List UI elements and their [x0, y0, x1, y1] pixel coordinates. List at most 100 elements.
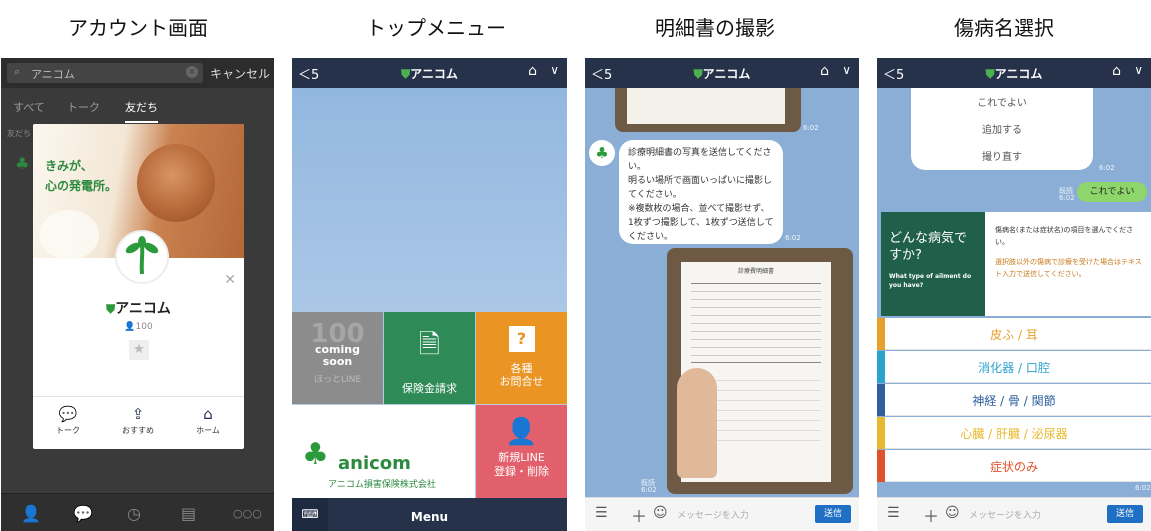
header: ＜5 ⛊アニコム ⌂ ∨	[585, 58, 859, 88]
timestamp: 6:02	[803, 124, 819, 132]
top-menu-screen: ＜5 ⛊アニコム ⌂ ∨ 100 coming soon ほっとLINE 🗎 保…	[292, 58, 567, 531]
account-name: ⛊アニコム	[106, 301, 171, 317]
dog-image	[137, 144, 215, 222]
chat-title: ⛊アニコム	[693, 67, 751, 81]
question-icon: ?	[508, 326, 535, 352]
home-icon[interactable]: ⌂	[1112, 63, 1121, 79]
user-reply: これでよい	[1077, 182, 1147, 202]
home-icon[interactable]: ⌂	[528, 63, 537, 79]
keyboard-icon[interactable]: ⌨	[292, 498, 328, 531]
illness-option[interactable]: 心臓 / 肝臓 / 泌尿器	[877, 417, 1151, 449]
filter-tabs: すべて トーク 友だち	[1, 90, 274, 123]
search-bar: ⌕ アニコム × キャンセル	[1, 58, 274, 88]
choice-retake[interactable]: 撮り直す	[911, 148, 1093, 163]
recommend-button[interactable]: ⇪ おすすめ	[108, 405, 168, 436]
statement-photo[interactable]: 診療費明細書	[667, 248, 853, 494]
chevron-down-icon[interactable]: ∨	[550, 63, 559, 77]
illness-option[interactable]: 消化器 / 口腔	[877, 351, 1151, 383]
verified-shield-icon: ⛊	[693, 67, 703, 81]
home-button[interactable]: ⌂ ホーム	[178, 405, 238, 436]
choice-ok[interactable]: これでよい	[911, 94, 1093, 109]
illness-option[interactable]: 神経 / 骨 / 関節	[877, 384, 1151, 416]
verified-shield-icon: ⛊	[106, 302, 116, 316]
close-icon[interactable]: ✕	[224, 272, 236, 288]
timestamp: 6:02	[1135, 484, 1151, 492]
illness-option[interactable]: 皮ふ / 耳	[877, 318, 1151, 350]
friends-icon[interactable]: 👤	[21, 504, 41, 523]
chats-icon[interactable]: 💬	[73, 504, 93, 523]
document-icon: 🗎	[419, 330, 440, 360]
claim-tile[interactable]: 🗎 保険金請求	[384, 312, 475, 404]
clear-icon[interactable]: ×	[186, 66, 198, 78]
caption-statement-photo: 明細書の撮影	[655, 16, 775, 40]
option-color-bar	[877, 417, 885, 449]
menu-icon[interactable]: ☰	[887, 505, 900, 521]
send-button[interactable]: 送信	[1107, 505, 1143, 523]
message-input[interactable]: メッセージを入力	[969, 508, 1041, 521]
option-label: 心臓 / 肝臓 / 泌尿器	[960, 427, 1068, 441]
emoji-icon[interactable]: ☺	[945, 505, 960, 521]
statement-photo-screen: ＜5 ⛊アニコム ⌂ ∨ 6:02 ♣ 診療明細書の写真を送信してください。 明…	[585, 58, 859, 531]
bottom-nav: 👤 💬 ◷ ▤ ○○○	[1, 493, 274, 531]
talk-button[interactable]: 💬 トーク	[38, 405, 98, 436]
verified-shield-icon: ⛊	[985, 67, 995, 81]
chevron-down-icon[interactable]: ∨	[1134, 63, 1143, 77]
home-icon: ⌂	[203, 405, 213, 423]
question-panel: どんな病気ですか? What type of ailment do you ha…	[881, 212, 985, 316]
menu-icon[interactable]: ☰	[595, 505, 608, 521]
option-label: 消化器 / 口腔	[978, 361, 1050, 375]
timestamp: 6:02	[1099, 164, 1115, 172]
option-color-bar	[877, 351, 885, 383]
person-icon: 👤	[124, 322, 136, 332]
register-tile[interactable]: 👤 新規LINE 登録・削除	[476, 405, 567, 498]
message-input-bar: ☰ ＋ ☺ メッセージを入力 送信	[585, 497, 859, 531]
plus-icon[interactable]: ＋	[631, 503, 647, 527]
option-label: 症状のみ	[989, 460, 1038, 474]
question-card: どんな病気ですか? What type of ailment do you ha…	[881, 212, 1151, 316]
chat-title: ⛊アニコム	[401, 67, 458, 81]
emoji-icon[interactable]: ☺	[653, 505, 668, 521]
cancel-button[interactable]: キャンセル	[210, 65, 270, 82]
tagline: きみが、 心の発電所。	[45, 159, 118, 193]
send-button[interactable]: 送信	[815, 505, 851, 523]
share-icon: ⇪	[131, 405, 145, 423]
news-icon[interactable]: ▤	[181, 504, 196, 523]
person-icon: 👤	[505, 417, 538, 447]
more-icon[interactable]: ○○○	[233, 507, 262, 520]
search-value: アニコム	[31, 68, 75, 81]
list-logo-icon: ♣	[15, 154, 30, 173]
option-color-bar	[877, 384, 885, 416]
message-input[interactable]: メッセージを入力	[677, 508, 749, 521]
hand	[677, 368, 717, 478]
search-input[interactable]: ⌕ アニコム ×	[7, 63, 203, 83]
menu-toggle[interactable]: Menu	[292, 498, 567, 531]
option-color-bar	[877, 318, 885, 350]
profile-logo	[115, 230, 169, 284]
caption-account: アカウント画面	[68, 16, 208, 40]
timestamp: 6:02	[785, 234, 801, 242]
home-icon[interactable]: ⌂	[820, 63, 829, 79]
chat-icon: 💬	[58, 405, 78, 423]
section-label: 友だち	[7, 129, 31, 138]
favorite-star-icon[interactable]: ★	[129, 340, 149, 360]
illness-select-screen: ＜5 ⛊アニコム ⌂ ∨ これでよい 追加する 撮り直す 6:02 既読 6:0…	[877, 58, 1151, 531]
verified-shield-icon: ⛊	[401, 67, 411, 81]
account-screen: ⌕ アニコム × キャンセル すべて トーク 友だち 友だち ♣ きみが、 心の…	[1, 58, 274, 531]
card-actions: 💬 トーク ⇪ おすすめ ⌂ ホーム	[33, 396, 244, 449]
account-card: きみが、 心の発電所。 ✕ ⛊アニコム 👤100 ★ 💬 トーク ⇪ おすすめ ⌂ ホ…	[33, 124, 244, 449]
bot-avatar: ♣	[589, 140, 615, 166]
previous-photo[interactable]	[615, 88, 801, 132]
tab-friends[interactable]: 友だち	[125, 99, 158, 123]
inquiry-tile[interactable]: ? 各種 お問合せ	[476, 312, 567, 404]
illness-option[interactable]: 症状のみ	[877, 450, 1151, 482]
tab-all[interactable]: すべて	[13, 99, 45, 115]
plus-icon[interactable]: ＋	[923, 503, 939, 527]
option-label: 神経 / 骨 / 関節	[972, 394, 1056, 408]
tab-talk[interactable]: トーク	[67, 99, 100, 115]
brand-tile: ♣ anicom アニコム損害保険株式会社	[292, 405, 475, 498]
message-input-bar: ☰ ＋ ☺ メッセージを入力 送信	[877, 497, 1151, 531]
choice-add[interactable]: 追加する	[911, 121, 1093, 136]
timeline-icon[interactable]: ◷	[127, 504, 141, 523]
search-icon: ⌕	[14, 65, 21, 78]
chevron-down-icon[interactable]: ∨	[842, 63, 851, 77]
